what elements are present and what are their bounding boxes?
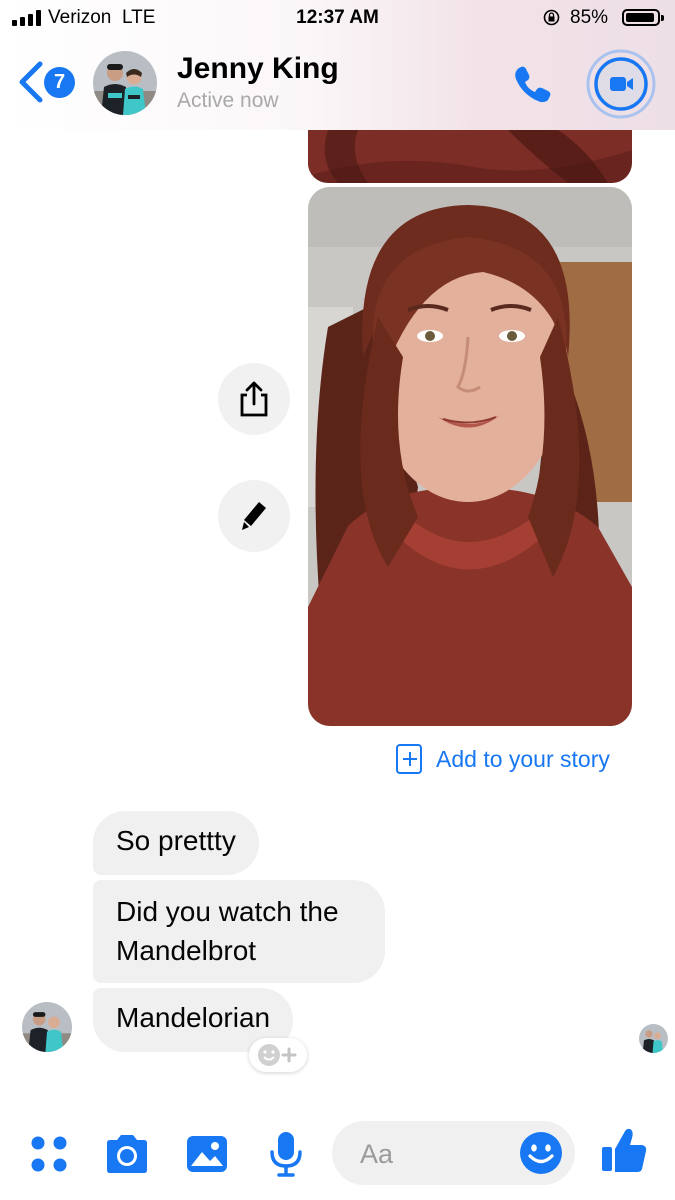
message-bubble[interactable]: Did you watch the Mandelbrot (93, 880, 385, 983)
gallery-icon (187, 1136, 227, 1172)
contact-avatar[interactable] (93, 51, 157, 115)
add-to-story-label: Add to your story (436, 745, 610, 772)
add-story-icon (396, 744, 422, 774)
share-photo-button[interactable] (218, 363, 290, 435)
photo-message[interactable] (308, 187, 632, 726)
microphone-icon (270, 1132, 302, 1177)
back-chevron-icon[interactable] (16, 60, 46, 104)
message-composer (0, 1118, 675, 1190)
photo-message-previous[interactable] (308, 130, 632, 183)
like-button[interactable] (600, 1126, 648, 1174)
share-icon (240, 381, 268, 417)
edit-photo-button[interactable] (218, 480, 290, 552)
status-bar: Verizon LTE 12:37 AM 85% (0, 0, 675, 38)
emoji-icon[interactable] (519, 1131, 563, 1175)
gallery-button[interactable] (183, 1130, 231, 1178)
thumbs-up-icon (602, 1128, 647, 1172)
battery-icon (622, 9, 664, 26)
pencil-icon (242, 502, 266, 530)
phone-icon[interactable] (508, 60, 556, 108)
add-reaction-button[interactable] (249, 1038, 307, 1072)
message-input-container[interactable] (332, 1121, 575, 1185)
presence-status: Active now (177, 89, 279, 112)
message-bubble[interactable]: So prettty (93, 811, 259, 875)
camera-icon (107, 1135, 147, 1173)
menu-grid-icon (31, 1136, 67, 1172)
voice-message-button[interactable] (262, 1130, 310, 1178)
camera-button[interactable] (103, 1130, 151, 1178)
unread-count-badge[interactable]: 7 (44, 67, 75, 98)
orientation-lock-icon (543, 9, 560, 26)
contact-name[interactable]: Jenny King (177, 52, 339, 86)
battery-percent: 85% (570, 7, 609, 28)
sender-avatar[interactable] (22, 1002, 72, 1052)
add-to-story-button[interactable]: Add to your story (396, 742, 610, 776)
add-reaction-icon (258, 1044, 297, 1066)
video-camera-icon[interactable] (586, 49, 656, 119)
seen-indicator-avatar (639, 1024, 668, 1053)
message-input[interactable] (358, 1135, 512, 1173)
conversation-header: 7 Jenny King Active now (0, 38, 675, 130)
menu-grid-button[interactable] (25, 1130, 73, 1178)
